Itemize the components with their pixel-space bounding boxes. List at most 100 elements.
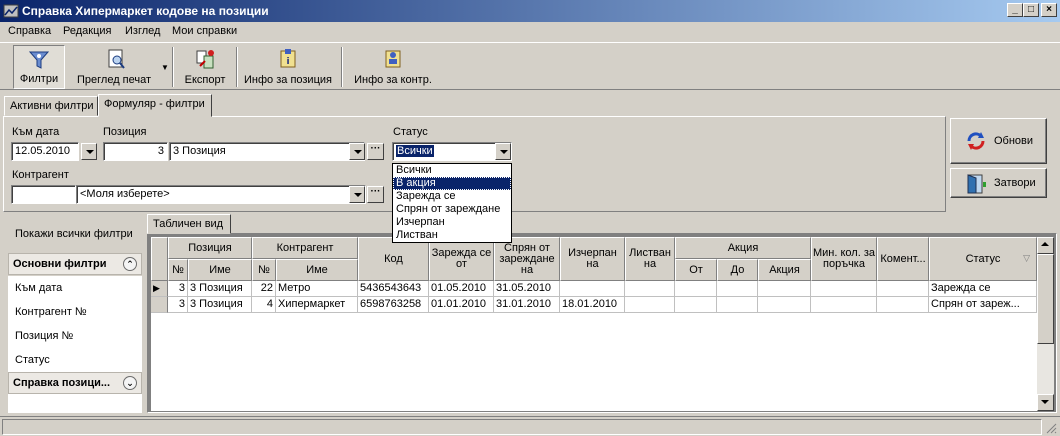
cell-position-number[interactable]: 3 (168, 281, 188, 297)
cell-exhausted[interactable]: 18.01.2010 (560, 297, 625, 313)
position-browse-button[interactable]: ··· (367, 143, 384, 160)
date-input[interactable]: 12.05.2010 (11, 142, 79, 161)
header-position-name[interactable]: Име (188, 259, 252, 281)
status-option[interactable]: Всички (393, 164, 511, 177)
cell-loading-from[interactable]: 01.05.2010 (429, 281, 494, 297)
cell-promo-name[interactable] (758, 297, 811, 313)
show-all-filters-link[interactable]: Покажи всички филтри (15, 228, 133, 240)
cell-listed[interactable] (625, 281, 675, 297)
group-position-report[interactable]: Справка позици... ⌄ (8, 372, 142, 394)
header-exhausted[interactable]: Изчерпан на (560, 237, 625, 281)
cell-contragent-number[interactable]: 22 (252, 281, 276, 297)
contragent-number-input[interactable] (11, 185, 76, 204)
header-promo-to[interactable]: До (717, 259, 758, 281)
cell-stopped[interactable]: 31.05.2010 (494, 281, 560, 297)
status-select[interactable]: Всички (392, 142, 512, 161)
cell-contragent-name[interactable]: Метро (276, 281, 358, 297)
position-info-button[interactable]: i Инфо за позиция (240, 45, 336, 89)
header-comment[interactable]: Комент... (877, 237, 929, 281)
filter-item-position[interactable]: Позиция № (8, 324, 142, 348)
header-status[interactable]: Статус ▽ (929, 237, 1037, 281)
cell-contragent-number[interactable]: 4 (252, 297, 276, 313)
vertical-scrollbar[interactable] (1037, 237, 1054, 411)
print-preview-dropdown-arrow-icon[interactable]: ▼ (161, 63, 169, 72)
close-button[interactable]: Затвори (950, 168, 1047, 198)
position-name-select[interactable]: 3 Позиция (169, 142, 365, 161)
current-row-indicator-icon: ▶ (151, 281, 168, 297)
menu-edit[interactable]: Редакция (63, 25, 111, 37)
header-promo-name[interactable]: Акция (758, 259, 811, 281)
header-stopped-loading[interactable]: Спрян от зареждане на (494, 237, 560, 281)
scroll-up-button[interactable] (1037, 237, 1054, 254)
header-contragent-name[interactable]: Име (276, 259, 358, 281)
restore-button[interactable]: □ (1023, 3, 1039, 17)
header-loading-from[interactable]: Зарежда се от (429, 237, 494, 281)
menu-my-reports[interactable]: Мои справки (172, 25, 237, 37)
status-option[interactable]: Изчерпан (393, 216, 511, 229)
cell-position-number[interactable]: 3 (168, 297, 188, 313)
scroll-down-button[interactable] (1037, 394, 1054, 411)
filter-item-date[interactable]: Към дата (8, 276, 142, 300)
cell-stopped[interactable]: 31.01.2010 (494, 297, 560, 313)
tab-table-view[interactable]: Табличен вид (147, 214, 231, 234)
contragent-browse-button[interactable]: ··· (367, 186, 384, 203)
export-button[interactable]: Експорт (180, 45, 230, 89)
cell-comment[interactable] (877, 297, 929, 313)
header-listed[interactable]: Листван на (625, 237, 675, 281)
cell-status[interactable]: Зарежда се (929, 281, 1037, 297)
print-preview-button[interactable]: Преглед печат ▼ (72, 45, 169, 89)
tab-form-filters[interactable]: Формуляр - филтри (98, 94, 212, 117)
cell-status[interactable]: Спрян от зареж... (929, 297, 1037, 313)
resize-grip-icon[interactable] (1045, 422, 1057, 434)
filters-button[interactable]: Филтри (13, 45, 65, 89)
contragent-select[interactable]: <Моля изберете> (76, 185, 366, 204)
menu-view[interactable]: Изглед (125, 25, 160, 37)
cell-promo-to[interactable] (717, 297, 758, 313)
header-contragent-number[interactable]: № (252, 259, 276, 281)
header-promo-from[interactable]: От (675, 259, 717, 281)
cell-exhausted[interactable] (560, 281, 625, 297)
status-option[interactable]: Зарежда се (393, 190, 511, 203)
cell-listed[interactable] (625, 297, 675, 313)
cell-code[interactable]: 6598763258 (358, 297, 429, 313)
menu-report[interactable]: Справка (8, 25, 51, 37)
position-dropdown-button[interactable] (349, 143, 365, 160)
refresh-button[interactable]: Обнови (950, 118, 1047, 164)
contragent-label: Контрагент (12, 169, 69, 181)
header-code[interactable]: Код (358, 237, 429, 281)
cell-promo-to[interactable] (717, 281, 758, 297)
date-dropdown-button[interactable] (81, 143, 97, 160)
contragent-info-button[interactable]: Инфо за контр. (348, 45, 438, 89)
title-bar[interactable]: Справка Хипермаркет кодове на позиции _ … (0, 0, 1060, 22)
cell-promo-from[interactable] (675, 297, 717, 313)
contragent-dropdown-button[interactable] (349, 186, 365, 203)
scroll-thumb[interactable] (1037, 254, 1054, 344)
group-main-filters[interactable]: Основни филтри ⌃ (8, 253, 142, 275)
close-window-button[interactable]: × (1041, 3, 1057, 17)
minimize-button[interactable]: _ (1007, 3, 1023, 17)
chevron-up-icon[interactable]: ⌃ (123, 257, 137, 271)
cell-comment[interactable] (877, 281, 929, 297)
status-option-highlighted[interactable]: В акция (393, 177, 511, 190)
status-option[interactable]: Листван (393, 229, 511, 242)
cell-min-quantity[interactable] (811, 281, 877, 297)
status-dropdown-button[interactable] (495, 143, 511, 160)
position-number-input[interactable]: 3 (103, 142, 168, 161)
cell-position-name[interactable]: 3 Позиция (188, 297, 252, 313)
filter-item-status[interactable]: Статус (8, 348, 142, 372)
cell-min-quantity[interactable] (811, 297, 877, 313)
door-exit-icon (967, 174, 986, 194)
cell-position-name[interactable]: 3 Позиция (188, 281, 252, 297)
header-position-number[interactable]: № (168, 259, 188, 281)
tab-active-filters[interactable]: Активни филтри (4, 96, 98, 116)
status-option[interactable]: Спрян от зареждане (393, 203, 511, 216)
chevron-down-icon[interactable]: ⌄ (123, 376, 137, 390)
cell-promo-name[interactable] (758, 281, 811, 297)
cell-loading-from[interactable]: 01.01.2010 (429, 297, 494, 313)
cell-code[interactable]: 5436543643 (358, 281, 429, 297)
cell-promo-from[interactable] (675, 281, 717, 297)
header-position: Позиция (168, 237, 252, 259)
filter-item-contragent[interactable]: Контрагент № (8, 300, 142, 324)
header-min-quantity[interactable]: Мин. кол. за поръчка (811, 237, 877, 281)
cell-contragent-name[interactable]: Хипермаркет (276, 297, 358, 313)
